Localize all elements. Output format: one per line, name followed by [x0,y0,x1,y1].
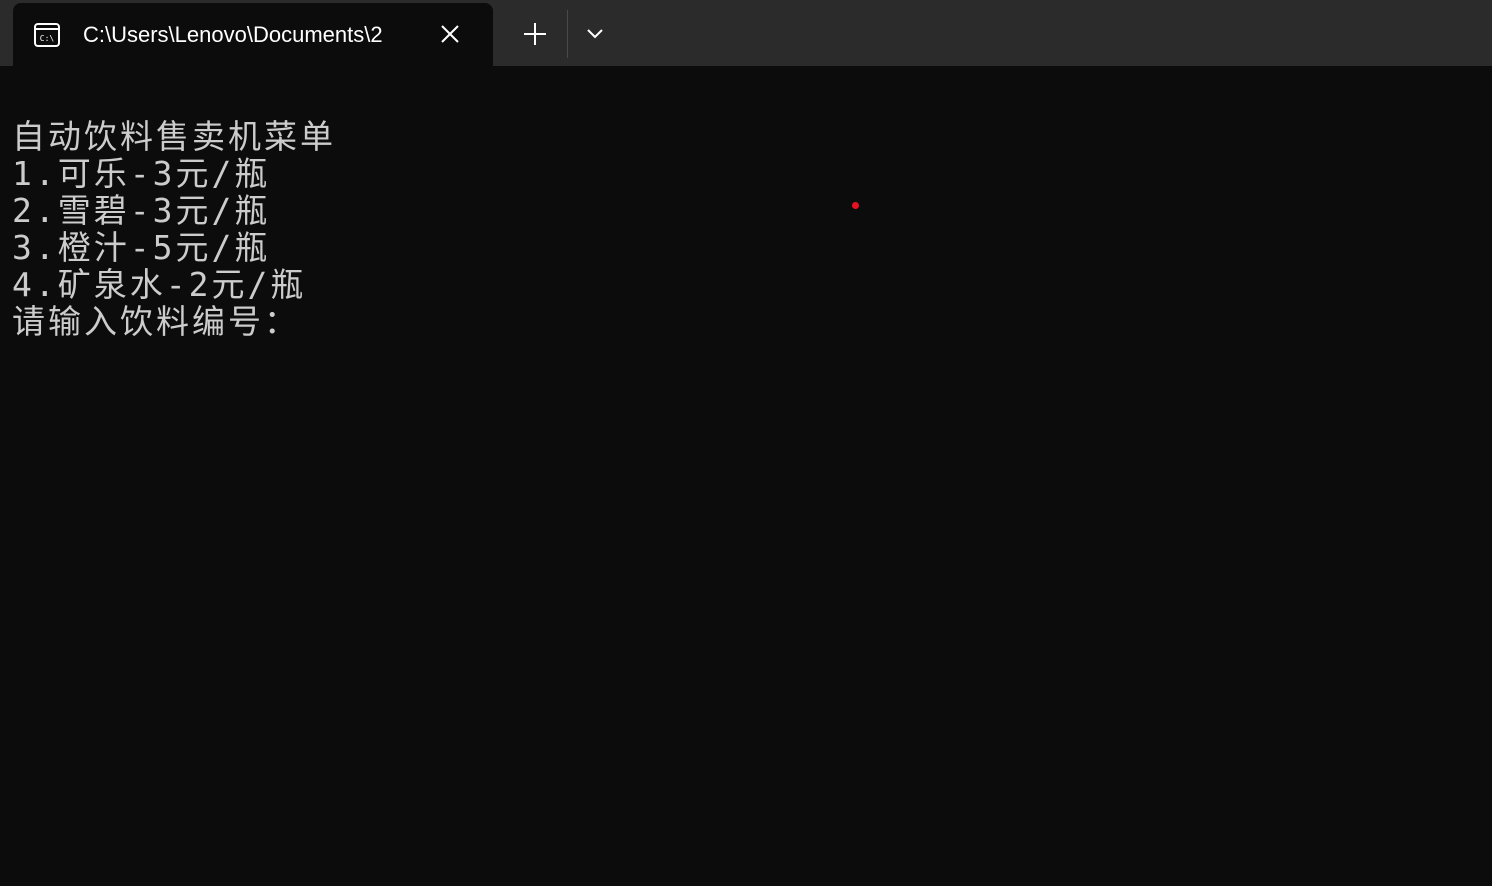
title-bar: C:\ C:\Users\Lenovo\Documents\2 [0,0,1492,66]
mouse-cursor-dot [852,202,859,209]
tab-divider [567,10,568,58]
plus-icon[interactable] [517,18,553,50]
chevron-down-icon[interactable] [580,20,610,48]
tab-title: C:\Users\Lenovo\Documents\2 [83,22,383,47]
console-area[interactable]: 自动饮料售卖机菜单 1.可乐-3元/瓶 2.雪碧-3元/瓶 3.橙汁-5元/瓶 4.矿泉… [0,66,1492,886]
console-line-cola: 1.可乐-3元/瓶 [12,154,271,193]
svg-text:C:\: C:\ [40,34,55,43]
active-tab[interactable]: C:\ C:\Users\Lenovo\Documents\2 [13,3,493,66]
terminal-window: C:\ C:\Users\Lenovo\Documents\2 自动饮料售卖机菜… [0,0,1492,886]
console-line-title: 自动饮料售卖机菜单 [12,117,336,156]
console-line-water: 4.矿泉水-2元/瓶 [12,265,307,304]
terminal-icon: C:\ [33,21,61,49]
close-icon[interactable] [437,21,463,47]
console-line-orange-juice: 3.橙汁-5元/瓶 [12,228,271,267]
console-output: 自动饮料售卖机菜单 1.可乐-3元/瓶 2.雪碧-3元/瓶 3.橙汁-5元/瓶 4.矿泉… [12,118,336,340]
console-line-sprite: 2.雪碧-3元/瓶 [12,191,271,230]
console-prompt: 请输入饮料编号： [12,302,300,341]
